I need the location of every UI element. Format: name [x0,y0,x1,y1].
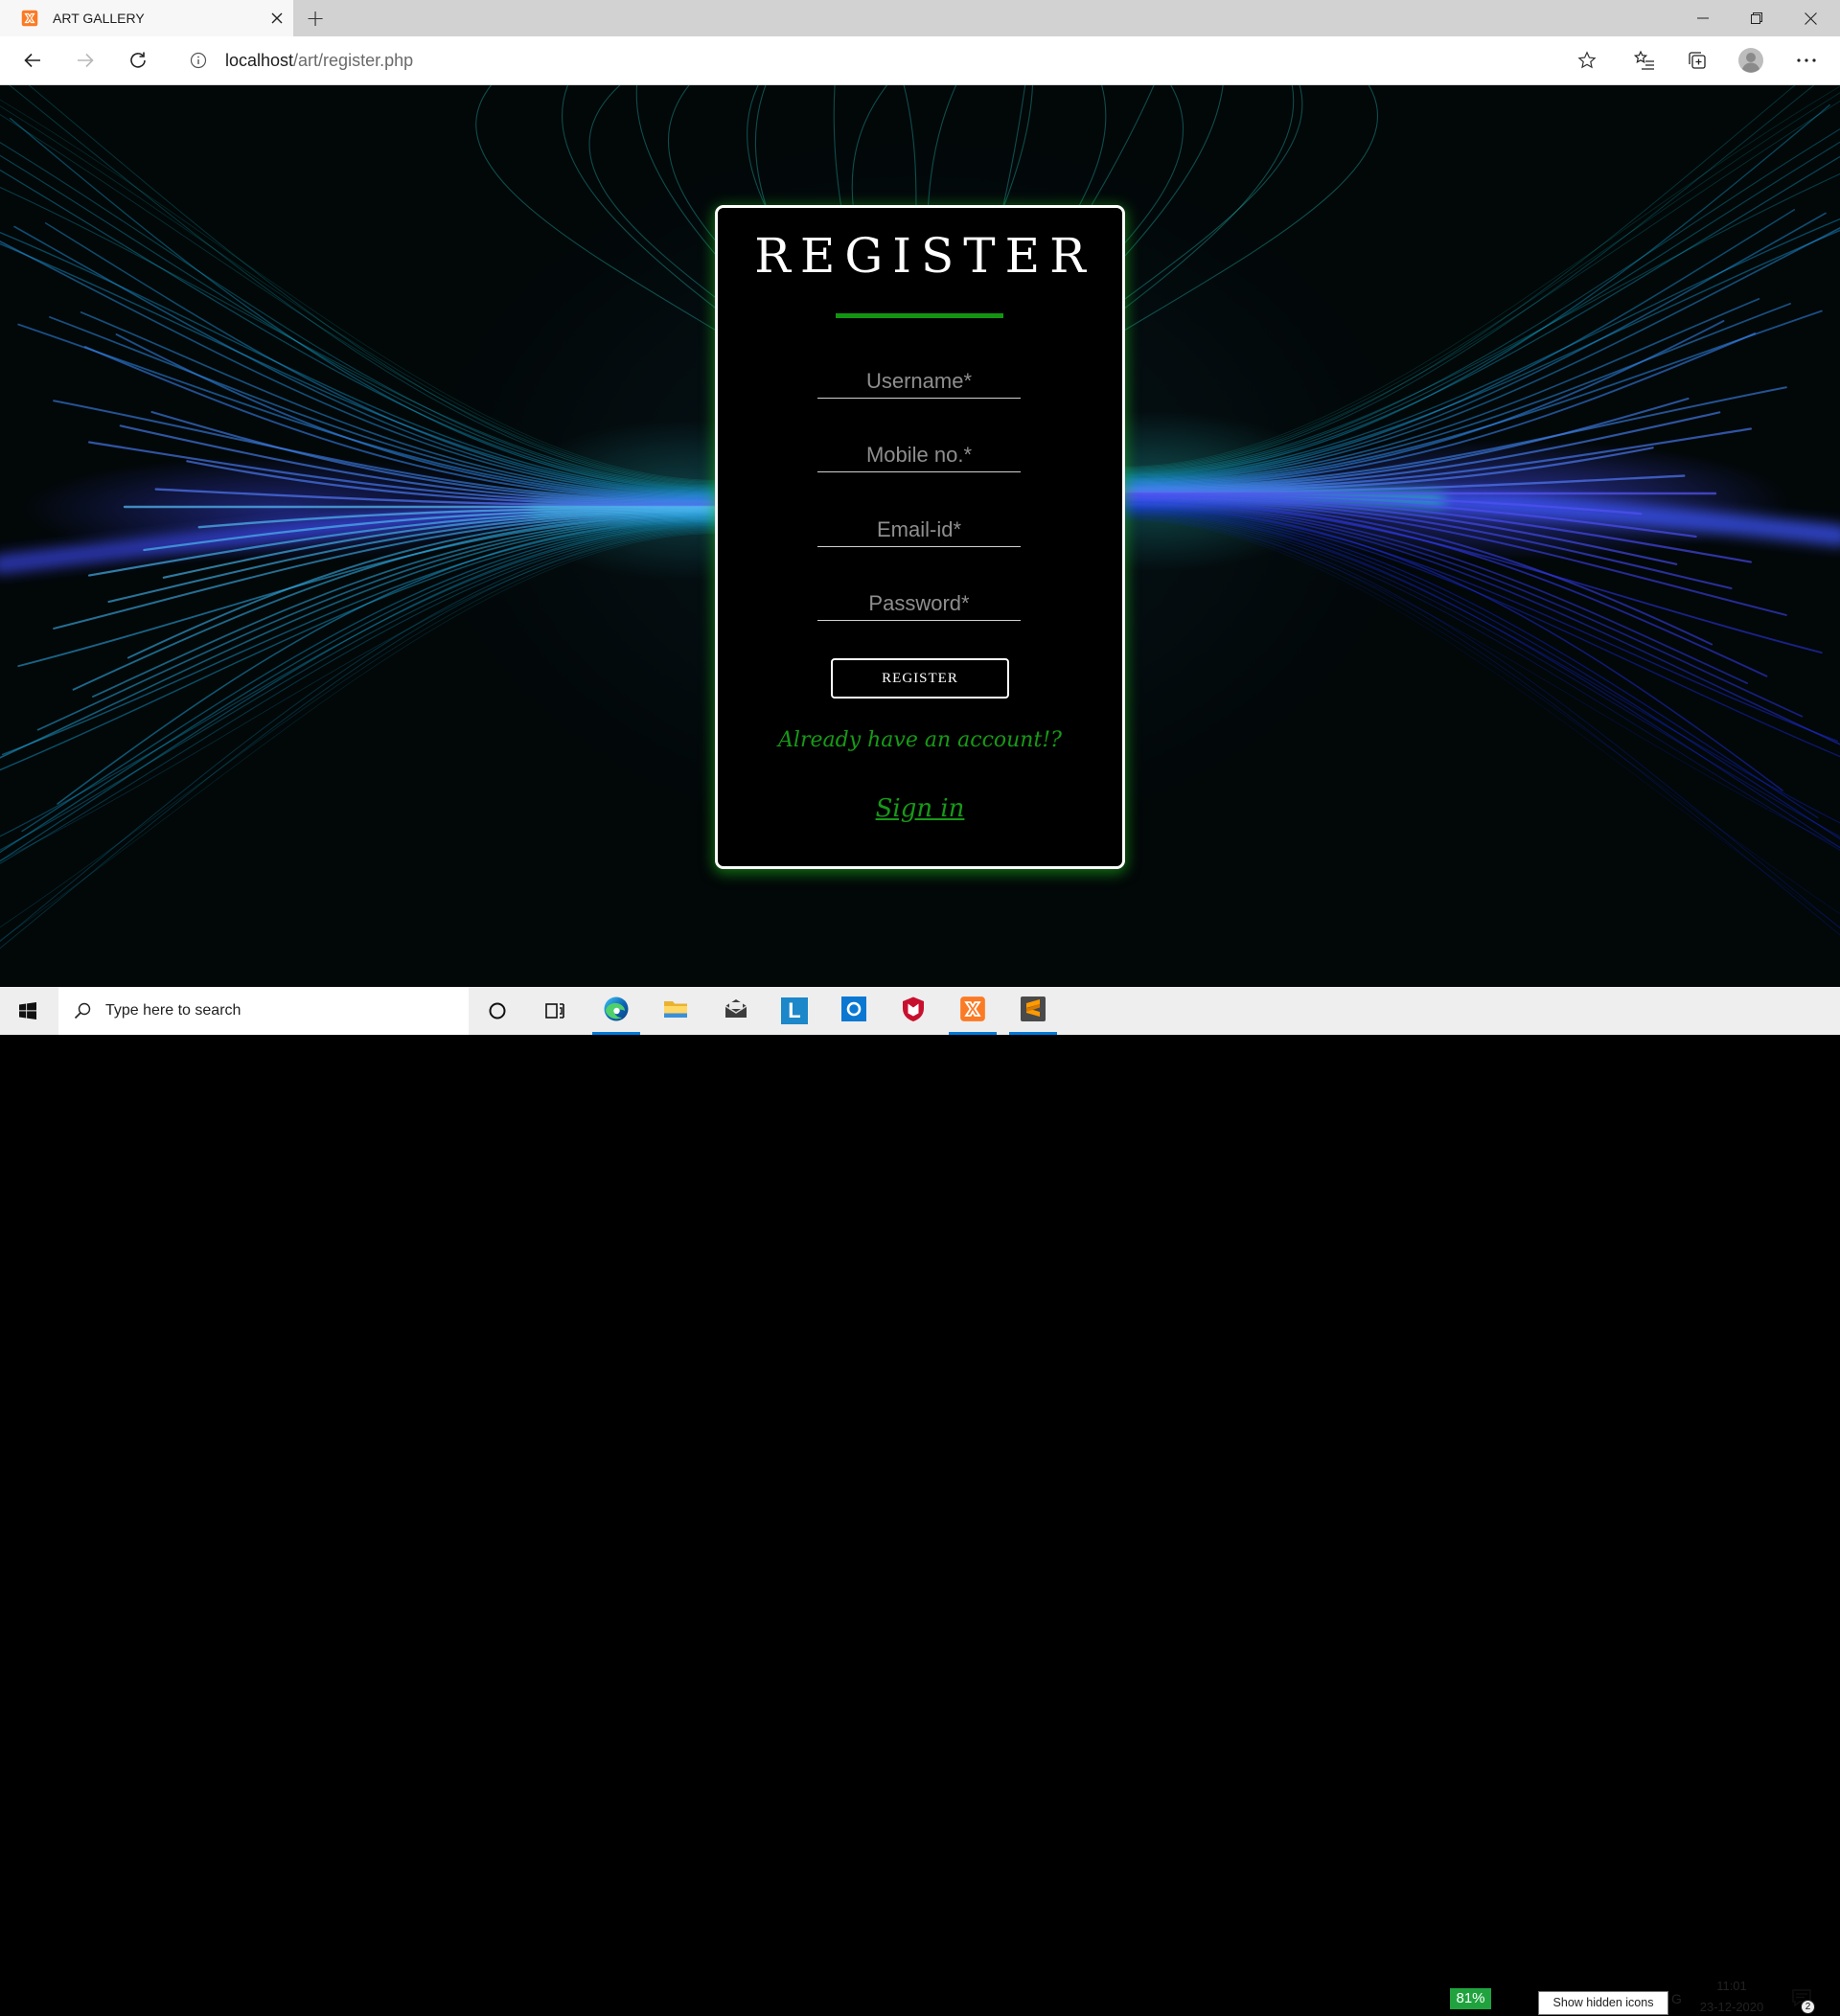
swirl-line [10,117,729,491]
swirl-line [9,85,729,485]
search-icon [71,999,94,1022]
register-card: REGISTER REGISTER Already have an accoun… [715,205,1125,869]
battery-indicator[interactable]: 81% [1450,1988,1491,2009]
edge-icon [603,996,630,1027]
swirl-line [1111,85,1796,470]
back-arrow-icon[interactable] [15,43,50,78]
task-view-icon[interactable] [538,994,572,1028]
refresh-icon[interactable] [121,43,155,78]
clock-date[interactable]: 23-12-2020 [1696,1999,1767,2016]
collections-icon[interactable] [1680,43,1714,78]
url-text[interactable]: localhost/art/register.php [225,42,413,79]
taskbar-app-mcafee[interactable] [886,987,940,1035]
swirl-line [1111,92,1840,469]
swirl-line [1111,141,1840,475]
browser-toolbar: localhost/art/register.php [0,36,1840,85]
clock-time[interactable]: 11:01 [1696,1978,1767,1995]
swirl-line [80,311,729,497]
register-button[interactable]: REGISTER [831,658,1009,699]
taskbar-app-xampp[interactable] [946,987,1000,1035]
notification-count-badge: 2 [1801,2000,1815,2014]
xampp-icon [21,10,38,27]
swirl-line [1111,514,1840,851]
browser-tab-strip: ART GALLERY + [0,0,1840,36]
taskbar-app-mail[interactable] [709,987,763,1035]
url-path: /art/register.php [293,51,414,70]
swirl-line [1111,298,1760,484]
close-tab-icon[interactable] [263,4,291,33]
more-icon[interactable] [1789,43,1824,78]
search-placeholder: Type here to search [105,1002,242,1019]
taskbar-app-sublime[interactable] [1006,987,1060,1035]
mail-icon [723,996,749,1027]
close-window-icon[interactable] [1793,0,1828,36]
swirl-line [1111,510,1840,840]
minimize-icon[interactable] [1686,0,1720,36]
swirl-line [1111,127,1840,474]
account-prompt: Already have an account!? [778,728,1062,752]
mobile-field[interactable] [817,438,1021,472]
swirl-line [1111,103,1830,477]
swirl-line [1111,503,1804,718]
star-icon[interactable] [1576,49,1598,72]
swirl-line [0,186,729,487]
profile-icon[interactable] [1734,43,1768,78]
file-explorer-icon [662,996,689,1027]
restore-icon[interactable] [1739,0,1774,36]
swirl-line [1111,85,1840,468]
swirl-line [1111,101,1840,470]
swirl-line [1111,172,1840,473]
taskbar-app-edge[interactable] [589,987,643,1035]
title-underline [836,313,1003,318]
page-background: REGISTER REGISTER Already have an accoun… [0,85,1840,987]
favorites-icon[interactable] [1627,43,1662,78]
browser-tab[interactable]: ART GALLERY [0,0,293,36]
new-tab-button[interactable]: + [301,3,330,34]
l-app-icon: L [781,997,808,1024]
xampp-icon [959,996,986,1027]
swirl-line [1111,155,1840,476]
taskbar-app-file-explorer[interactable] [649,987,702,1035]
swirl-line [28,85,729,484]
blue-o-app-icon [840,996,867,1027]
swirl-line [1111,515,1840,929]
swirl-line [0,141,729,488]
signin-link[interactable]: Sign in [876,794,965,823]
taskbar-app-l[interactable]: L [768,987,821,1035]
swirl-line [1111,227,1840,482]
swirl-line [0,105,729,482]
swirl-line [0,525,729,837]
taskbar: Type here to search L 81% Show hidden ic… [0,987,1840,2015]
cortana-icon[interactable] [480,994,515,1028]
email-field[interactable] [817,513,1021,547]
swirl-line [0,527,729,864]
battery-remaining-bar [1491,1988,1501,2009]
page-title: REGISTER [754,228,1095,284]
input-language-indicator[interactable]: G [1671,1989,1682,2008]
username-field[interactable] [817,364,1021,399]
taskbar-app-blue-o[interactable] [827,987,881,1035]
swirl-line [17,515,729,668]
mcafee-icon [900,996,927,1027]
swirl-line [1111,507,1839,743]
url-host: localhost [225,51,294,70]
site-info-icon[interactable] [187,49,210,72]
swirl-line [0,154,729,489]
swirl-line [0,169,729,490]
swirl-line [1111,519,1840,928]
sublime-text-icon [1020,996,1046,1027]
swirl-line [1111,512,1840,824]
address-bar[interactable]: localhost/art/register.php [173,42,1610,79]
swirl-line [0,523,729,854]
tooltip: Show hidden icons [1538,1991,1668,2015]
forward-arrow-icon[interactable] [68,43,103,78]
taskbar-search[interactable]: Type here to search [58,987,469,1035]
password-field[interactable] [817,586,1021,621]
windows-start-icon[interactable] [11,994,45,1028]
swirl-line [0,529,729,943]
swirl-line [0,114,729,483]
signin-link-container: Sign in [718,790,1122,828]
tab-title: ART GALLERY [53,11,145,26]
